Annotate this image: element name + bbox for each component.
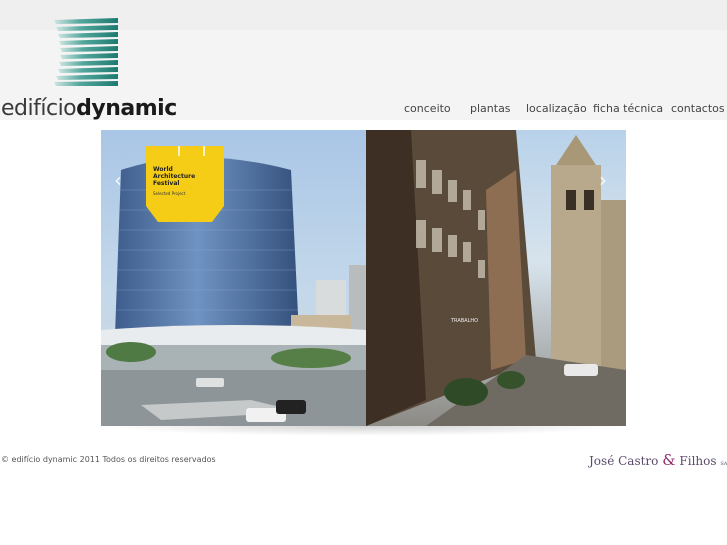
footer-copyright: © edifício dynamic 2011 Todos os direito… <box>1 455 216 464</box>
nav-ficha-tecnica[interactable]: ficha técnica <box>593 102 663 115</box>
hero-slideshow[interactable]: World Architecture Festival Selected Pro… <box>101 130 626 426</box>
award-badge-subtitle: Selected Project <box>153 191 186 196</box>
footer-company-logo[interactable]: José Castro & Filhos SA <box>589 451 727 469</box>
company-name-a: José Castro <box>589 454 659 468</box>
company-ampersand: & <box>662 451 676 469</box>
slideshow-next-icon[interactable]: › <box>599 170 607 190</box>
brand-wordmark[interactable]: edifíciodynamic <box>1 96 177 122</box>
brand-bold: dynamic <box>76 96 177 121</box>
nav-localizacao[interactable]: localização <box>526 102 587 115</box>
shop-sign-text: TRABALHO <box>450 318 478 324</box>
nav-contactos[interactable]: contactos <box>671 102 725 115</box>
building-render-image <box>101 157 366 426</box>
slideshow-shadow <box>101 426 626 436</box>
brand-light: edifício <box>1 96 77 121</box>
slide-street-photo: TRABALHO <box>366 130 626 426</box>
slide-building-render: World Architecture Festival Selected Pro… <box>101 130 366 426</box>
nav-plantas[interactable]: plantas <box>470 102 511 115</box>
company-name-b: Filhos <box>679 454 717 468</box>
street-photo-image: TRABALHO <box>366 130 626 426</box>
slideshow-prev-icon[interactable]: ‹ <box>114 170 122 190</box>
nav-conceito[interactable]: conceito <box>404 102 451 115</box>
company-sa: SA <box>720 461 727 467</box>
logo-icon[interactable] <box>52 18 120 86</box>
award-badge-title: World Architecture Festival <box>153 166 196 187</box>
